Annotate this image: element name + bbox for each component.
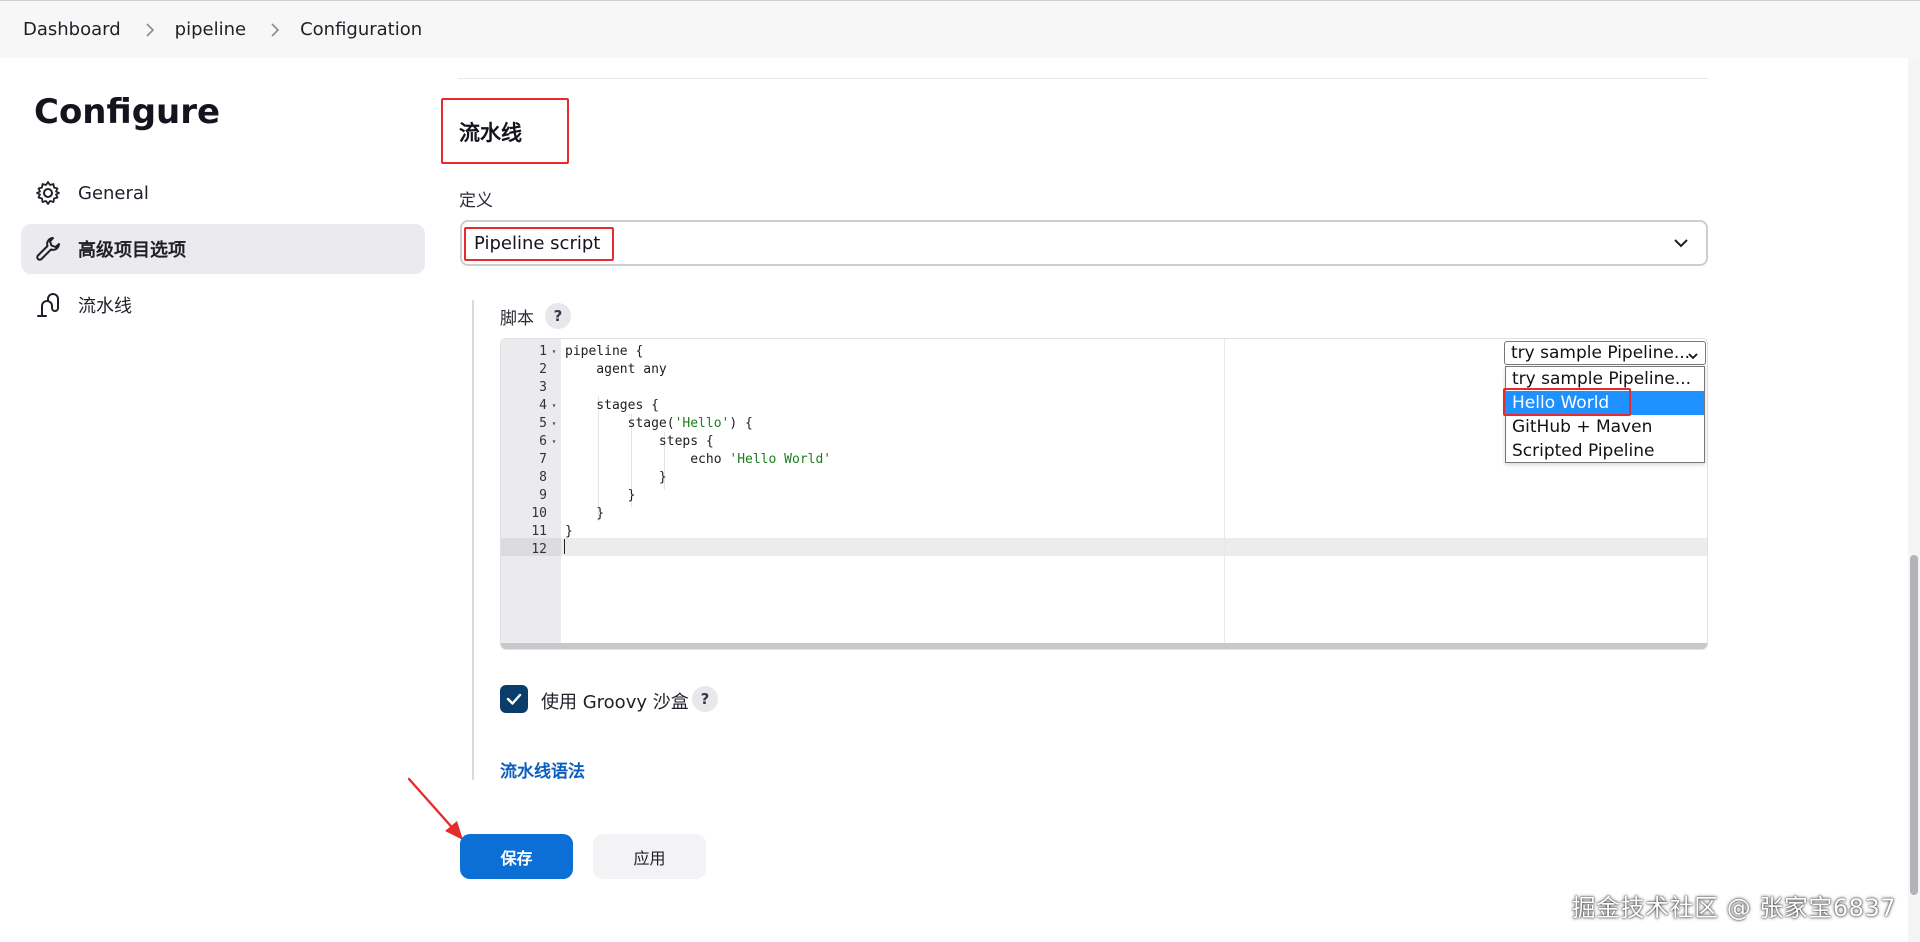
code-line: 12 [501, 540, 1707, 558]
editor-scrollbar[interactable] [501, 643, 1707, 649]
code-line: 11} [501, 522, 1707, 540]
groovy-sandbox-label: 使用 Groovy 沙盒 [541, 692, 689, 713]
apply-button[interactable]: 应用 [593, 834, 706, 879]
pipeline-icon [37, 293, 59, 317]
code-text: agent any [565, 361, 667, 377]
sidebar-item-label: 流水线 [78, 296, 132, 317]
section-divider [458, 78, 1708, 79]
line-number: 10 [531, 505, 547, 521]
breadcrumb-dashboard[interactable]: Dashboard [23, 19, 121, 40]
breadcrumb: Dashboard pipeline Configuration [0, 0, 1920, 58]
code-line: 8 } [501, 468, 1707, 486]
code-line: 10 } [501, 504, 1707, 522]
help-icon[interactable]: ? [545, 303, 571, 329]
definition-value: Pipeline script [474, 232, 601, 254]
code-text: stages { [565, 397, 659, 413]
pipeline-syntax-link[interactable]: 流水线语法 [500, 757, 585, 782]
code-text: echo 'Hello World' [565, 451, 832, 467]
line-number: 4 [539, 397, 547, 413]
sidebar-item-pipeline[interactable]: 流水线 [21, 280, 425, 330]
definition-label: 定义 [459, 191, 493, 211]
watermark-brand: 掘金技术社区 @ 张家宝6837 [1571, 894, 1896, 922]
wrench-icon [36, 237, 60, 261]
line-number: 12 [531, 541, 547, 557]
line-number: 6 [539, 433, 547, 449]
chevron-down-icon [1687, 347, 1699, 367]
side-nav: General 高级项目选项 流水线 [21, 168, 425, 336]
code-line: 9 } [501, 486, 1707, 504]
code-text: } [565, 505, 605, 521]
code-string: 'Hello World' [729, 451, 832, 467]
code-text: } [565, 469, 667, 485]
fold-toggle-icon[interactable]: ▾ [549, 437, 559, 446]
definition-select[interactable]: Pipeline script [460, 220, 1708, 266]
code-text: } [565, 523, 573, 539]
line-number: 9 [539, 487, 547, 503]
line-number: 8 [539, 469, 547, 485]
dropdown-option[interactable]: GitHub + Maven [1506, 415, 1704, 439]
sidebar-item-label: General [78, 182, 149, 204]
fold-toggle-icon[interactable]: ▾ [549, 347, 559, 356]
code-string: 'Hello' [674, 415, 730, 431]
groovy-sandbox-checkbox[interactable] [500, 685, 528, 713]
code-text: } [565, 487, 636, 503]
script-label: 脚本 [500, 309, 534, 329]
sample-selected-value: try sample Pipeline... [1511, 343, 1691, 363]
section-title: 流水线 [459, 121, 522, 145]
line-number: 1 [539, 343, 547, 359]
sample-pipeline-select[interactable]: try sample Pipeline... [1504, 341, 1706, 365]
text-cursor [564, 539, 565, 554]
line-number: 7 [539, 451, 547, 467]
save-button[interactable]: 保存 [460, 834, 573, 879]
dropdown-option-hello-world[interactable]: Hello World [1506, 391, 1704, 415]
code-text: stage('Hello') { [565, 415, 753, 431]
dropdown-option[interactable]: Scripted Pipeline [1506, 439, 1704, 463]
checkmark-icon [506, 693, 522, 705]
page-title: Configure [34, 92, 221, 132]
sidebar-item-general[interactable]: General [21, 168, 425, 218]
code-text: steps { [565, 433, 714, 449]
breadcrumb-pipeline[interactable]: pipeline [175, 19, 246, 40]
sidebar-item-advanced-options[interactable]: 高级项目选项 [21, 224, 425, 274]
gear-icon [36, 181, 60, 205]
sidebar-item-label: 高级项目选项 [78, 240, 186, 261]
chevron-right-icon [145, 22, 155, 38]
chevron-right-icon [270, 22, 280, 38]
page-scrollbar-thumb[interactable] [1910, 555, 1918, 895]
line-number: 2 [539, 361, 547, 377]
fold-toggle-icon[interactable]: ▾ [549, 401, 559, 410]
sample-dropdown: try sample Pipeline... Hello World GitHu… [1505, 366, 1705, 463]
line-number: 5 [539, 415, 547, 431]
line-number: 3 [539, 379, 547, 395]
help-icon[interactable]: ? [692, 686, 718, 712]
breadcrumb-configuration: Configuration [300, 19, 423, 40]
chevron-down-icon [1672, 234, 1690, 257]
nested-section-bar [472, 300, 474, 780]
fold-toggle-icon[interactable]: ▾ [549, 419, 559, 428]
dropdown-option[interactable]: try sample Pipeline... [1506, 367, 1704, 391]
code-text: pipeline { [565, 343, 644, 359]
line-number: 11 [531, 523, 547, 539]
